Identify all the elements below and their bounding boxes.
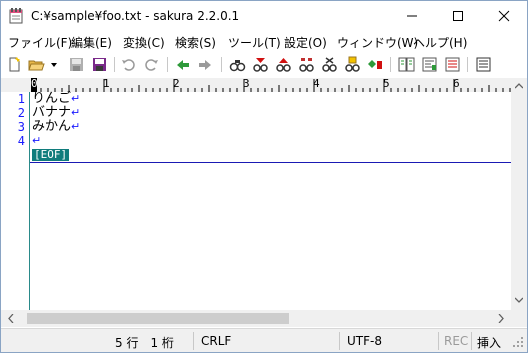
toolbar-separator: [390, 57, 391, 72]
redo-icon[interactable]: [143, 56, 160, 73]
outline-icon[interactable]: [421, 56, 438, 73]
status-separator: [193, 332, 194, 350]
scroll-left-arrow-icon[interactable]: [7, 314, 15, 323]
minimize-icon: [407, 15, 417, 17]
toolbar-separator: [467, 57, 468, 72]
ruler-label: 2: [173, 77, 180, 90]
encoding-label[interactable]: UTF-8: [347, 334, 382, 348]
menu-help[interactable]: ヘルプ(H): [413, 34, 467, 51]
toolbar-separator: [114, 57, 115, 72]
settings-list-icon[interactable]: [475, 56, 492, 73]
toolbar: [1, 52, 527, 77]
editor-window: C:¥sample¥foo.txt - sakura 2.2.0.1 ファイル(…: [0, 0, 528, 353]
line-text: りんご: [32, 91, 72, 106]
status-separator: [438, 332, 439, 350]
horizontal-scrollbar[interactable]: [1, 310, 511, 327]
maximize-button[interactable]: [435, 1, 481, 31]
menu-tools[interactable]: ツール(T): [228, 34, 281, 51]
ruler-label: 0: [31, 77, 38, 90]
status-separator: [339, 332, 340, 350]
ruler-label: 5: [383, 77, 390, 90]
menu-bar: ファイル(F) 編集(E) 変換(C) 検索(S) ツール(T) 設定(O) ウ…: [1, 31, 527, 52]
sakura-app-icon: [9, 8, 23, 24]
ruler-ticks: [31, 78, 511, 92]
clear-search-icon[interactable]: [321, 56, 338, 73]
line-text: みかん: [32, 119, 72, 134]
text-line: りんご↵: [32, 92, 80, 106]
return-mark-icon: ↵: [71, 92, 81, 105]
text-editor-area[interactable]: りんご↵ バナナ↵ みかん↵ ↵ [EOF]: [30, 92, 511, 310]
menu-window[interactable]: ウィンドウ(W): [337, 34, 418, 51]
line-text: バナナ: [32, 105, 72, 120]
scrollbar-corner: [511, 310, 527, 327]
search-icon[interactable]: [229, 56, 246, 73]
jump-forward-icon[interactable]: [197, 56, 214, 73]
text-line: バナナ↵: [32, 106, 80, 120]
window-title: C:¥sample¥foo.txt - sakura 2.2.0.1: [31, 9, 240, 23]
menu-convert[interactable]: 変換(C): [123, 34, 165, 51]
close-button[interactable]: [481, 1, 527, 31]
search-next-icon[interactable]: [252, 56, 269, 73]
line-number-gutter[interactable]: 1 2 3 4: [1, 92, 30, 310]
menu-search[interactable]: 検索(S): [175, 34, 216, 51]
status-separator: [471, 332, 472, 350]
ruler: 0 1 2 3 4 5 6: [1, 78, 511, 93]
cursor-line-underline: [30, 162, 511, 163]
vertical-scrollbar[interactable]: [511, 78, 527, 310]
scroll-down-arrow-icon[interactable]: [515, 296, 523, 304]
text-line: みかん↵: [32, 120, 80, 134]
line-number: 1: [17, 92, 25, 106]
close-icon: [498, 10, 510, 22]
ruler-label: 4: [313, 77, 320, 90]
menu-file[interactable]: ファイル(F): [8, 34, 72, 51]
line-number: 3: [17, 120, 25, 134]
maximize-icon: [453, 11, 463, 21]
line-number: 4: [17, 134, 25, 148]
return-mark-icon: ↵: [71, 120, 81, 133]
grep-icon[interactable]: [344, 56, 361, 73]
return-mark-icon: ↵: [71, 106, 81, 119]
resize-grip-icon[interactable]: [513, 337, 524, 348]
toolbar-separator: [167, 57, 168, 72]
replace-icon[interactable]: [298, 56, 315, 73]
ruler-label: 6: [453, 77, 460, 90]
text-line: ↵: [32, 134, 41, 148]
insert-mode-label[interactable]: 挿入: [477, 334, 501, 351]
horizontal-scroll-thumb[interactable]: [27, 313, 289, 324]
return-mark-icon: ↵: [32, 134, 42, 147]
save-disabled-icon[interactable]: [68, 56, 85, 73]
cursor-position: 5 行 1 桁: [115, 336, 174, 350]
line-number: 2: [17, 106, 25, 120]
menu-edit[interactable]: 編集(E): [71, 34, 112, 51]
ruler-label: 3: [243, 77, 250, 90]
new-file-icon[interactable]: [6, 56, 23, 73]
open-folder-icon[interactable]: [28, 56, 45, 73]
scroll-up-arrow-icon[interactable]: [515, 82, 523, 90]
dropdown-arrow-icon[interactable]: [49, 56, 59, 73]
eof-marker: [EOF]: [32, 148, 70, 161]
rec-indicator: REC: [444, 334, 469, 348]
ruler-label: 1: [103, 77, 110, 90]
jump-back-icon[interactable]: [174, 56, 191, 73]
function-list-icon[interactable]: [444, 56, 461, 73]
undo-icon[interactable]: [120, 56, 137, 73]
line-ending-label[interactable]: CRLF: [201, 334, 231, 348]
tag-jump-icon[interactable]: [367, 56, 384, 73]
menu-settings[interactable]: 設定(O): [284, 34, 327, 51]
compare-icon[interactable]: [398, 56, 415, 73]
title-bar[interactable]: C:¥sample¥foo.txt - sakura 2.2.0.1: [1, 1, 527, 31]
search-prev-icon[interactable]: [275, 56, 292, 73]
scroll-right-arrow-icon[interactable]: [497, 314, 505, 323]
toolbar-separator: [221, 57, 222, 72]
save-all-icon[interactable]: [91, 56, 108, 73]
minimize-button[interactable]: [389, 1, 435, 31]
status-bar: 5 行 1 桁 CRLF UTF-8 REC 挿入: [1, 328, 527, 352]
